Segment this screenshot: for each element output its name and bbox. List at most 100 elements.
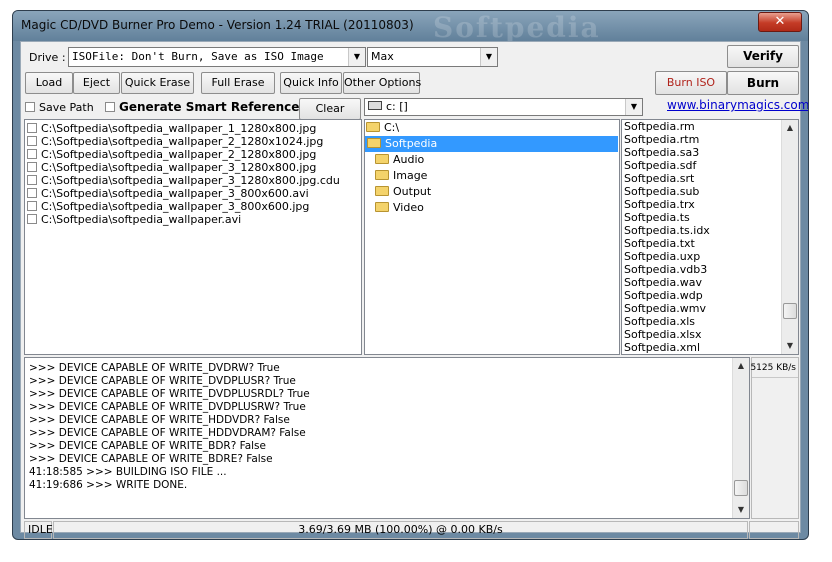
drive-icon <box>368 101 382 110</box>
quick-erase-button[interactable]: Quick Erase <box>121 72 194 94</box>
clear-button[interactable]: Clear <box>299 98 361 120</box>
list-item[interactable]: Softpedia.ts.idx <box>622 224 798 237</box>
tree-children: Audio Image Output Video <box>365 152 619 216</box>
title-bar[interactable]: Softpedia Magic CD/DVD Burner Pro Demo -… <box>13 11 808 44</box>
tree-item-root[interactable]: C:\ <box>365 120 619 136</box>
folder-tree[interactable]: C:\ Softpedia Audio Image Output Video <box>364 119 620 355</box>
list-item[interactable]: Softpedia.uxp <box>622 250 798 263</box>
speed-select[interactable]: Max ▼ <box>367 47 498 67</box>
scroll-down-icon[interactable]: ▼ <box>782 338 798 354</box>
scroll-up-icon[interactable]: ▲ <box>733 358 749 374</box>
list-item[interactable]: Softpedia.trx <box>622 198 798 211</box>
compilation-item-path: C:\Softpedia\softpedia_wallpaper_2_1280x… <box>41 135 324 148</box>
tree-item-selected[interactable]: Softpedia <box>365 136 618 152</box>
list-item[interactable]: Softpedia.srt <box>622 172 798 185</box>
compilation-item[interactable]: C:\Softpedia\softpedia_wallpaper_3_1280x… <box>25 174 361 187</box>
window-title: Magic CD/DVD Burner Pro Demo - Version 1… <box>21 18 414 32</box>
folder-icon <box>375 170 389 180</box>
folder-icon <box>375 186 389 196</box>
list-item[interactable]: Softpedia.xlsx <box>622 328 798 341</box>
list-item[interactable]: Softpedia.wmv <box>622 302 798 315</box>
checkbox-icon[interactable] <box>27 188 37 198</box>
checkbox-icon[interactable] <box>27 175 37 185</box>
client-area: Drive : ISOFile: Don't Burn, Save as ISO… <box>20 41 808 539</box>
drive-select[interactable]: ISOFile: Don't Burn, Save as ISO Image ▼ <box>68 47 366 67</box>
status-bar: IDLE 3.69/3.69 MB (100.00%) @ 0.00 KB/s <box>24 521 799 539</box>
checkbox-icon[interactable] <box>105 102 115 112</box>
open-folder-icon <box>367 138 381 148</box>
save-path-checkbox[interactable]: Save Path <box>25 101 94 114</box>
checkbox-icon[interactable] <box>27 214 37 224</box>
tree-item-video[interactable]: Video <box>365 200 619 216</box>
checkbox-icon[interactable] <box>27 136 37 146</box>
scroll-thumb[interactable] <box>734 480 748 496</box>
drive-select-value: ISOFile: Don't Burn, Save as ISO Image <box>72 50 324 63</box>
other-options-button[interactable]: Other Options <box>343 72 421 94</box>
list-item[interactable]: Softpedia.rm <box>622 120 798 133</box>
file-listbox[interactable]: Softpedia.rm Softpedia.rtm Softpedia.sa3 So… <box>621 119 799 355</box>
compilation-item-path: C:\Softpedia\softpedia_wallpaper_2_1280x… <box>41 148 317 161</box>
scroll-up-icon[interactable]: ▲ <box>782 120 798 136</box>
tree-item-output[interactable]: Output <box>365 184 619 200</box>
list-item[interactable]: Softpedia.xml <box>622 341 798 354</box>
list-item[interactable]: Softpedia.txt <box>622 237 798 250</box>
log-panel[interactable]: >>> DEVICE CAPABLE OF WRITE_DVDRW? True >… <box>24 357 750 519</box>
chevron-down-icon[interactable]: ▼ <box>480 48 497 66</box>
compilation-item[interactable]: C:\Softpedia\softpedia_wallpaper_2_1280x… <box>25 148 361 161</box>
scroll-down-icon[interactable]: ▼ <box>733 502 749 518</box>
log-line: >>> DEVICE CAPABLE OF WRITE_BDRE? False <box>29 453 273 465</box>
load-button[interactable]: Load <box>25 72 73 94</box>
checkbox-icon[interactable] <box>27 162 37 172</box>
log-line: >>> DEVICE CAPABLE OF WRITE_BDR? False <box>29 440 266 452</box>
status-state: IDLE <box>24 521 53 539</box>
log-line: >>> DEVICE CAPABLE OF WRITE_DVDPLUSRDL? … <box>29 388 310 400</box>
chevron-down-icon[interactable]: ▼ <box>348 48 365 66</box>
list-item[interactable]: Softpedia.sub <box>622 185 798 198</box>
checkbox-icon[interactable] <box>27 123 37 133</box>
log-line: 41:18:585 >>> BUILDING ISO FILE ... <box>29 466 227 478</box>
checkbox-icon[interactable] <box>27 149 37 159</box>
folder-icon <box>375 202 389 212</box>
compilation-item[interactable]: C:\Softpedia\softpedia_wallpaper.avi <box>25 213 361 226</box>
compilation-item-path: C:\Softpedia\softpedia_wallpaper_3_800x6… <box>41 200 310 213</box>
tree-item-audio[interactable]: Audio <box>365 152 619 168</box>
list-item[interactable]: Softpedia.xls <box>622 315 798 328</box>
save-path-label: Save Path <box>39 101 94 114</box>
verify-button[interactable]: Verify <box>727 45 799 68</box>
chevron-down-icon[interactable]: ▼ <box>625 99 642 115</box>
full-erase-button[interactable]: Full Erase <box>201 72 275 94</box>
drive-letter-select[interactable]: c: [] ▼ <box>364 98 643 116</box>
smart-refs-checkbox[interactable]: Generate Smart References <box>105 100 307 114</box>
list-item[interactable]: Softpedia.sa3 <box>622 146 798 159</box>
open-folder-icon <box>366 122 380 132</box>
burn-button[interactable]: Burn <box>727 71 799 95</box>
log-scrollbar[interactable]: ▲ ▼ <box>732 358 749 518</box>
compilation-item[interactable]: C:\Softpedia\softpedia_wallpaper_3_800x6… <box>25 200 361 213</box>
list-item[interactable]: Softpedia.wav <box>622 276 798 289</box>
watermark: Softpedia <box>433 11 601 44</box>
quick-info-button[interactable]: Quick Info <box>280 72 342 94</box>
checkbox-icon[interactable] <box>27 201 37 211</box>
compilation-item[interactable]: C:\Softpedia\softpedia_wallpaper_3_800x6… <box>25 187 361 200</box>
close-button[interactable]: ✕ <box>758 12 802 32</box>
file-list-scrollbar[interactable]: ▲ ▼ <box>781 120 798 354</box>
tree-item-image[interactable]: Image <box>365 168 619 184</box>
folder-icon <box>375 154 389 164</box>
burn-iso-button[interactable]: Burn ISO <box>655 71 727 95</box>
list-item[interactable]: Softpedia.rtm <box>622 133 798 146</box>
list-item[interactable]: Softpedia.sdf <box>622 159 798 172</box>
checkbox-icon[interactable] <box>25 102 35 112</box>
list-item[interactable]: Softpedia.ts <box>622 211 798 224</box>
compilation-item[interactable]: C:\Softpedia\softpedia_wallpaper_2_1280x… <box>25 135 361 148</box>
compilation-item[interactable]: C:\Softpedia\softpedia_wallpaper_3_1280x… <box>25 161 361 174</box>
compilation-list[interactable]: C:\Softpedia\softpedia_wallpaper_1_1280x… <box>24 119 362 355</box>
status-extra <box>749 521 799 539</box>
scroll-thumb[interactable] <box>783 303 797 319</box>
compilation-item[interactable]: C:\Softpedia\softpedia_wallpaper_1_1280x… <box>25 122 361 135</box>
list-item[interactable]: Softpedia.wdp <box>622 289 798 302</box>
list-item[interactable]: Softpedia.vdb3 <box>622 263 798 276</box>
log-line: 41:19:686 >>> WRITE DONE. <box>29 479 188 491</box>
website-link[interactable]: www.binarymagics.com <box>667 98 808 112</box>
compilation-item-path: C:\Softpedia\softpedia_wallpaper_3_1280x… <box>41 161 317 174</box>
eject-button[interactable]: Eject <box>73 72 120 94</box>
